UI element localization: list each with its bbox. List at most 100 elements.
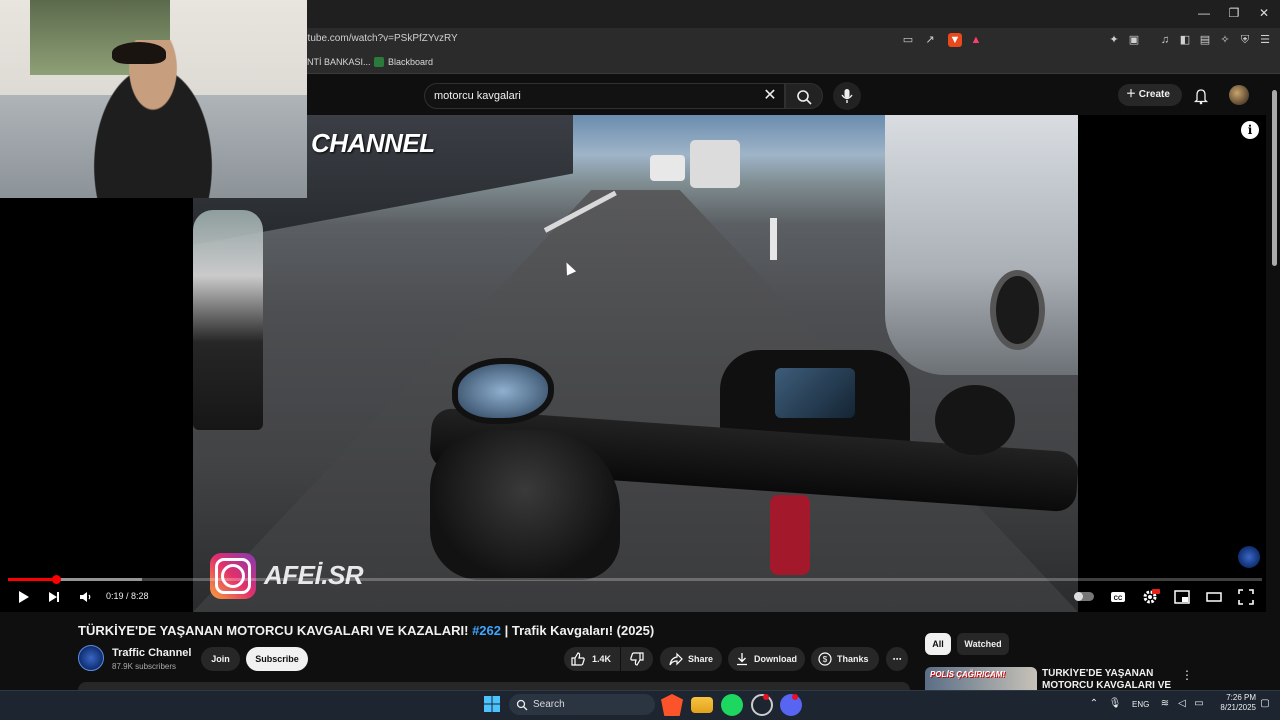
cast-icon[interactable]: ▭ [901,33,915,47]
more-actions-button[interactable]: ⋯ [886,647,908,671]
spotify-icon[interactable] [721,694,743,716]
video-red-part [770,495,810,575]
instagram-handle: AFEİ.SR [264,560,364,590]
notification-badge [763,694,769,700]
webcam-person-hair [112,42,166,64]
autoplay-toggle[interactable] [1074,592,1094,601]
extensions-icon[interactable]: ✦ [1107,33,1121,47]
subscribe-button[interactable]: Subscribe [246,647,308,671]
autoplay-knob [1074,592,1083,601]
clear-search-icon[interactable]: ✕ [760,86,780,106]
video-lane-marking [770,218,777,260]
account-avatar[interactable] [1229,85,1249,105]
video-glove [430,430,620,580]
chevron-up-icon[interactable]: ⌃ [1087,697,1101,711]
volume-icon [80,592,91,602]
svg-text:$: $ [823,655,828,664]
leo-ai-icon[interactable]: ✧ [1218,33,1232,47]
url-field[interactable]: utube.com/watch?v=PSkPfZYvzRY [302,33,902,47]
progress-scrubber[interactable] [51,575,61,584]
create-button[interactable]: ＋ Create [1118,84,1182,106]
thanks-icon: $ [818,652,832,666]
thumbs-up-icon [571,652,585,666]
notification-badge [792,694,798,700]
restore-button[interactable]: ❐ [1226,6,1242,20]
language-indicator[interactable]: ENG [1132,700,1149,709]
bookmark-blackboard[interactable]: Blackboard [388,57,433,67]
plus-icon: ＋ [1126,89,1139,100]
progress-bar[interactable] [8,578,1262,581]
search-button[interactable] [785,83,823,109]
video-dash-screen [775,368,855,418]
translate-icon[interactable]: ▣ [1127,33,1141,47]
captions-icon: CC [1111,592,1125,602]
recommendation-title[interactable]: TÜRKİYE'DE YAŞANAN MOTORCU KAVGALARI VE [1042,668,1172,690]
video-title: TÜRKİYE'DE YAŞANAN MOTORCU KAVGALARI VE … [78,623,654,638]
battery-icon[interactable]: ▭ [1192,697,1206,711]
microphone-icon [841,89,853,103]
download-label: Download [754,654,797,664]
notification-center-icon[interactable]: ▢ [1258,697,1272,711]
channel-avatar[interactable] [78,645,104,671]
minimize-button[interactable]: — [1196,6,1212,20]
notifications-button[interactable] [1191,86,1211,106]
next-button[interactable] [44,587,64,607]
page-scrollbar[interactable] [1272,90,1277,266]
wallet-icon[interactable]: ▤ [1198,33,1212,47]
recommendation-thumbnail-text: POLİS ÇAĞIRICAM! [930,670,1006,679]
theater-mode-button[interactable] [1204,587,1224,607]
channel-name[interactable]: Traffic Channel [112,647,191,659]
search-input[interactable] [434,88,734,104]
search-icon [516,699,528,711]
description-box[interactable] [78,682,910,690]
vpn-icon[interactable]: ⛨ [1238,33,1252,47]
more-vertical-icon[interactable]: ⋮ [1180,668,1194,684]
bookmark-bank[interactable]: NTİ BANKASI... [307,57,371,67]
blackboard-icon [374,57,384,67]
steam-icon[interactable] [751,694,773,716]
settings-button[interactable] [1140,587,1160,607]
chip-all[interactable]: All [925,633,951,655]
clock[interactable]: 7:26 PM 8/21/2025 [1212,693,1256,713]
volume-button[interactable] [75,587,95,607]
chip-watched[interactable]: Watched [957,633,1009,655]
video-title-rest: | Trafik Kavgaları! (2025) [501,623,655,638]
video-van [690,140,740,188]
discord-icon[interactable] [780,694,802,716]
download-icon [737,653,747,666]
channel-watermark-icon[interactable] [1238,546,1260,568]
fullscreen-button[interactable] [1236,587,1256,607]
speaker-icon[interactable]: ◁ [1175,697,1189,711]
dislike-button[interactable] [621,647,653,671]
play-button[interactable] [13,587,33,607]
progress-played [8,578,56,581]
brave-shield-icon[interactable]: ▼ [948,33,962,47]
microphone-icon[interactable]: 🎙 [1108,697,1122,711]
windows-icon [484,696,500,712]
play-icon [19,591,29,603]
music-icon[interactable]: ♫ [1158,33,1172,47]
miniplayer-button[interactable] [1172,587,1192,607]
share-page-icon[interactable]: ↗ [923,33,937,47]
wifi-icon[interactable]: ≋ [1158,697,1172,711]
file-explorer-icon[interactable] [691,697,713,713]
captions-button[interactable]: CC [1108,587,1128,607]
video-car-wheel [990,270,1045,350]
taskbar-search-label: Search [533,699,565,710]
theater-icon [1206,592,1222,602]
video-car-ahead [650,155,685,181]
hashtag-link[interactable]: #262 [472,623,501,638]
join-button[interactable]: Join [201,647,240,671]
search-icon [797,90,812,105]
brave-rewards-icon[interactable]: ▲ [969,33,983,47]
time-display: 0:19 / 8:28 [106,591,149,601]
menu-icon[interactable]: ☰ [1258,33,1272,47]
start-button[interactable] [484,696,500,712]
voice-search-button[interactable] [833,82,861,110]
info-icon[interactable]: i [1241,121,1259,139]
close-window-button[interactable]: ✕ [1256,6,1272,20]
sidebar-icon[interactable]: ◧ [1178,33,1192,47]
share-label: Share [688,654,714,664]
taskbar-search[interactable]: Search [509,694,655,715]
next-icon [49,592,59,602]
